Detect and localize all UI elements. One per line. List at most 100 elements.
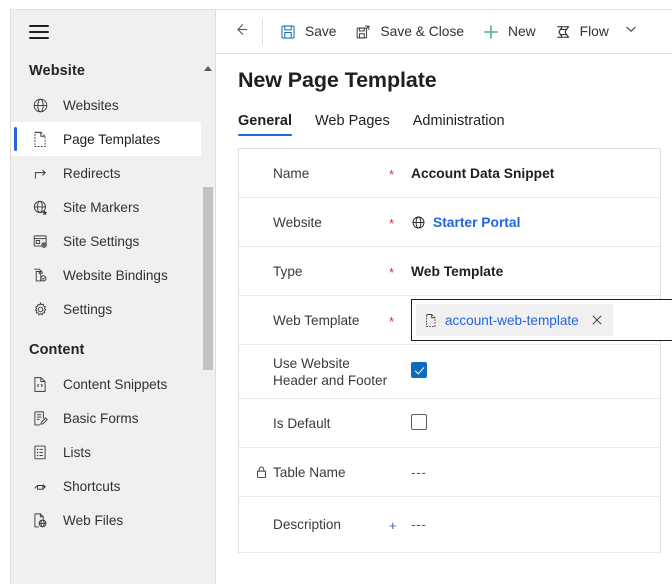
flow-button[interactable]: Flow xyxy=(545,15,618,49)
sidebar-header xyxy=(11,10,215,54)
tab-administration[interactable]: Administration xyxy=(413,113,505,136)
page-title: New Page Template xyxy=(238,68,672,93)
web-template-lookup[interactable]: account-web-template xyxy=(411,299,672,341)
flow-icon xyxy=(554,23,572,41)
field-label-name: Name xyxy=(239,165,389,182)
sidebar-item-label: Site Markers xyxy=(63,200,139,215)
form-area: New Page Template General Web Pages Admi… xyxy=(216,54,672,584)
app-window: Website Websites Page Templat xyxy=(10,9,672,584)
save-floppy-icon xyxy=(279,23,297,41)
back-arrow-icon xyxy=(232,20,251,44)
close-icon[interactable] xyxy=(583,305,611,335)
sidebar-item-website-bindings[interactable]: Website Bindings xyxy=(11,258,215,292)
code-page-icon xyxy=(29,374,51,394)
checkbox-use-website-header-and-footer[interactable] xyxy=(411,362,427,378)
sidebar-item-shortcuts[interactable]: Shortcuts xyxy=(11,469,215,503)
page-template-icon xyxy=(29,129,51,149)
sidebar-item-label: Site Settings xyxy=(63,234,139,249)
back-button[interactable] xyxy=(224,15,258,49)
sidebar-item-lists[interactable]: Lists xyxy=(11,435,215,469)
lookup-selected-chip[interactable]: account-web-template xyxy=(416,304,613,336)
sidebar-scrollbar[interactable] xyxy=(201,54,215,584)
sidebar-item-redirects[interactable]: Redirects xyxy=(11,156,215,190)
field-value-description[interactable]: --- xyxy=(411,517,660,532)
field-value-name[interactable]: Account Data Snippet xyxy=(411,166,660,181)
sidebar-item-label: Basic Forms xyxy=(63,411,139,426)
save-and-close-button[interactable]: Save & Close xyxy=(345,15,473,49)
scroll-up-arrow-icon[interactable] xyxy=(201,62,215,74)
website-lookup-link[interactable]: Starter Portal xyxy=(433,215,520,230)
lookup-chip-text[interactable]: account-web-template xyxy=(445,313,579,328)
flow-label: Flow xyxy=(580,24,609,39)
gear-icon xyxy=(29,299,51,319)
form-row-description: Description + --- xyxy=(239,497,660,553)
sidebar-item-label: Lists xyxy=(63,445,91,460)
new-label: New xyxy=(508,24,536,39)
hamburger-icon[interactable] xyxy=(29,25,49,39)
page-globe-icon xyxy=(29,510,51,530)
sidebar-item-site-markers[interactable]: Site Markers xyxy=(11,190,215,224)
page-icon xyxy=(424,313,438,328)
command-overflow-button[interactable] xyxy=(618,15,644,49)
required-marker: * xyxy=(389,264,411,279)
optional-marker: + xyxy=(389,517,411,532)
form-pencil-icon xyxy=(29,408,51,428)
form-row-table-name: Table Name --- xyxy=(239,448,660,497)
sidebar-item-websites[interactable]: Websites xyxy=(11,88,215,122)
redirect-arrow-icon xyxy=(29,163,51,183)
sidebar-item-web-files[interactable]: Web Files xyxy=(11,503,215,537)
sidebar-item-content-snippets[interactable]: Content Snippets xyxy=(11,367,215,401)
sidebar-item-label: Websites xyxy=(63,98,119,113)
lookup-input-box[interactable]: account-web-template xyxy=(411,299,672,341)
chevron-down-icon xyxy=(623,21,639,42)
field-label-table-name: Table Name xyxy=(239,464,389,481)
command-bar-divider xyxy=(262,19,263,45)
form-row-type: Type * Web Template xyxy=(239,247,660,296)
save-button[interactable]: Save xyxy=(270,15,345,49)
command-bar: Save Save & Close xyxy=(216,10,672,54)
field-value-website: Starter Portal xyxy=(411,215,660,230)
tab-general[interactable]: General xyxy=(238,113,292,136)
tab-strip: General Web Pages Administration xyxy=(238,106,672,136)
sidebar-item-basic-forms[interactable]: Basic Forms xyxy=(11,401,215,435)
sidebar-item-settings[interactable]: Settings xyxy=(11,292,215,326)
checkbox-is-default[interactable] xyxy=(411,414,427,430)
form-row-web-template: Web Template * accoun xyxy=(239,296,660,345)
form-row-name: Name * Account Data Snippet xyxy=(239,149,660,198)
field-label-description: Description xyxy=(239,516,389,533)
main-content: Save Save & Close xyxy=(216,10,672,584)
sidebar-item-label: Page Templates xyxy=(63,132,160,147)
field-value-table-name: --- xyxy=(411,465,660,480)
required-marker xyxy=(389,422,411,424)
save-and-close-label: Save & Close xyxy=(380,24,464,39)
save-label: Save xyxy=(305,24,336,39)
field-value-type[interactable]: Web Template xyxy=(411,264,660,279)
new-button[interactable]: New xyxy=(473,15,545,49)
lock-icon xyxy=(255,465,268,479)
required-marker xyxy=(389,371,411,373)
list-icon xyxy=(29,442,51,462)
scrollbar-thumb[interactable] xyxy=(203,187,213,370)
field-label-web-template: Web Template xyxy=(239,312,389,329)
page-link-icon xyxy=(29,265,51,285)
sidebar-item-label: Redirects xyxy=(63,166,120,181)
form-row-is-default: Is Default xyxy=(239,399,660,448)
field-label-use-website-header-and-footer: Use Website Header and Footer xyxy=(239,355,389,389)
sidebar-item-label: Web Files xyxy=(63,513,123,528)
required-marker: * xyxy=(389,166,411,181)
form-card: Name * Account Data Snippet Website * xyxy=(238,148,661,553)
field-value-use-website-header-and-footer xyxy=(411,362,660,381)
field-value-is-default xyxy=(411,414,660,433)
required-marker xyxy=(389,471,411,473)
sidebar-nav: Website Websites Page Templat xyxy=(11,54,215,584)
sidebar-item-site-settings[interactable]: Site Settings xyxy=(11,224,215,258)
shortcut-arrow-icon xyxy=(29,476,51,496)
sidebar: Website Websites Page Templat xyxy=(11,10,216,584)
sidebar-group-title-content: Content xyxy=(11,326,215,367)
form-row-website: Website * Starter Portal xyxy=(239,198,660,247)
sidebar-item-label: Shortcuts xyxy=(63,479,120,494)
tab-web-pages[interactable]: Web Pages xyxy=(315,113,390,136)
save-close-icon xyxy=(354,23,372,41)
plus-icon xyxy=(482,23,500,41)
sidebar-item-page-templates[interactable]: Page Templates xyxy=(11,122,215,156)
